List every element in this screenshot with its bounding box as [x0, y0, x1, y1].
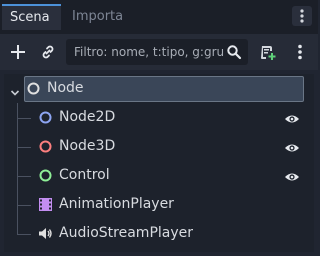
control-ring-icon	[38, 168, 53, 183]
visibility-eye-icon[interactable]	[284, 169, 300, 183]
tree-row-node2d[interactable]: Node2D	[4, 103, 314, 132]
tree-row-node3d[interactable]: Node3D	[4, 132, 314, 161]
dock-menu-button[interactable]	[292, 6, 312, 26]
dock-tab-bar: Scena Importa	[0, 0, 318, 34]
attach-script-button[interactable]	[256, 40, 280, 64]
node-ring-icon	[26, 81, 41, 96]
tree-row-node[interactable]: Node	[4, 74, 314, 103]
plus-icon	[11, 45, 25, 59]
tree-row-control[interactable]: Control	[4, 161, 314, 190]
search-input[interactable]	[74, 45, 224, 59]
filter-search-field[interactable]	[66, 39, 248, 65]
vertical-dots-icon	[298, 44, 302, 60]
node2d-ring-icon	[38, 110, 53, 125]
visibility-eye-icon[interactable]	[284, 140, 300, 154]
tree-item-label: Control	[59, 167, 110, 183]
film-strip-icon	[38, 197, 53, 212]
tree-item-label: AnimationPlayer	[59, 196, 174, 212]
tree-item-label: AudioStreamPlayer	[59, 225, 194, 241]
chevron-down-icon[interactable]	[10, 83, 20, 96]
tree-item-label: Node	[47, 80, 84, 96]
tab-import[interactable]: Importa	[64, 4, 131, 30]
visibility-eye-icon[interactable]	[284, 111, 300, 125]
tree-row-animationplayer[interactable]: AnimationPlayer	[4, 190, 314, 219]
tree-item-label: Node3D	[59, 138, 116, 154]
node3d-ring-icon	[38, 139, 53, 154]
scene-dock: Scena Importa Filtro: nome, t:tipo, g:gr…	[0, 0, 318, 256]
add-script-icon	[261, 46, 276, 60]
search-icon	[226, 44, 242, 60]
scene-tree: Node Node2D Node3D Control AnimationPlay…	[4, 74, 314, 252]
tab-scene[interactable]: Scena	[2, 4, 61, 30]
speaker-icon	[38, 226, 53, 241]
vertical-dots-icon	[300, 9, 304, 23]
instance-scene-button[interactable]	[36, 40, 60, 64]
scene-menu-button[interactable]	[288, 40, 312, 64]
link-icon	[42, 45, 54, 59]
tree-row-audiostreamplayer[interactable]: AudioStreamPlayer	[4, 219, 314, 248]
tree-item-label: Node2D	[59, 109, 116, 125]
add-node-button[interactable]	[6, 40, 30, 64]
scene-toolbar	[0, 34, 318, 70]
